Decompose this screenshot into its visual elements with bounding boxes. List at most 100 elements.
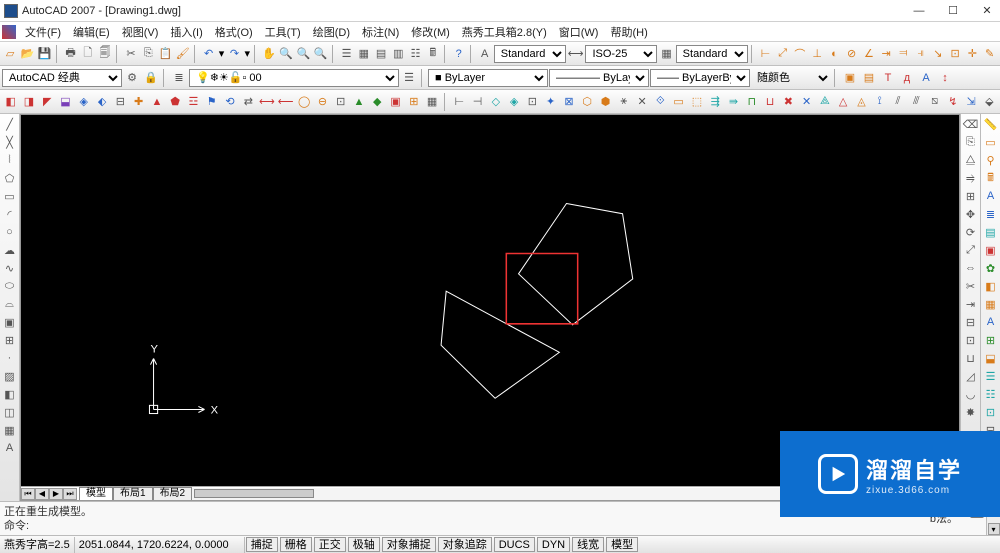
rotate-icon[interactable]: ⟳ (963, 224, 979, 240)
undo-icon[interactable]: ↶ (201, 45, 217, 63)
close-button[interactable]: ✕ (978, 3, 996, 19)
yx-5-icon[interactable]: ◈ (75, 93, 92, 111)
tab-last-icon[interactable]: ⏭ (63, 488, 77, 500)
yx-49-icon[interactable]: ⫽ (889, 93, 906, 111)
dim-style-icon[interactable]: ⟷ (567, 45, 585, 63)
offset-icon[interactable]: ⥤ (963, 170, 979, 186)
dist-icon[interactable]: 📏 (983, 116, 999, 132)
yx-50-icon[interactable]: ⫻ (908, 93, 925, 111)
toggle-snap[interactable]: 捕捉 (246, 537, 278, 552)
command-input[interactable] (31, 517, 996, 531)
yx-33-icon[interactable]: ⬢ (597, 93, 614, 111)
ellipse-arc-icon[interactable]: ⌓ (2, 296, 18, 312)
break-icon[interactable]: ⊡ (963, 332, 979, 348)
dim-dia-icon[interactable]: ⊘ (844, 45, 860, 63)
array-icon[interactable]: ⊞ (963, 188, 979, 204)
tool-palettes-icon[interactable]: ▤ (373, 45, 389, 63)
insert-block-icon[interactable]: ▣ (2, 314, 18, 330)
yx-10-icon[interactable]: ⬟ (167, 93, 184, 111)
lineweight-select[interactable]: —— ByLayerByLayer (650, 69, 750, 87)
menu-window[interactable]: 窗口(W) (553, 22, 605, 42)
yx-16-icon[interactable]: ⟵ (277, 93, 295, 111)
yx-41-icon[interactable]: ⊓ (743, 93, 760, 111)
new-icon[interactable]: ▱ (2, 45, 18, 63)
yx-20-icon[interactable]: ▲ (350, 93, 367, 111)
zoom-rt-icon[interactable]: 🔍 (278, 45, 294, 63)
redo-dropdown-icon[interactable]: ▾ (244, 45, 252, 63)
tab-layout1[interactable]: 布局1 (113, 487, 153, 500)
yx-26-icon[interactable]: ⊣ (469, 93, 486, 111)
yx-35-icon[interactable]: ✕ (633, 93, 650, 111)
hscroll-thumb[interactable] (194, 489, 314, 498)
ws-settings-icon[interactable]: ⚙ (123, 69, 141, 87)
options-icon[interactable]: ☰ (983, 368, 999, 384)
yx-24-icon[interactable]: ▦ (423, 93, 440, 111)
qselect-icon[interactable]: ⚲ (983, 152, 999, 168)
mirror-icon[interactable]: ⧋ (963, 152, 979, 168)
layer-prev-icon[interactable]: ☰ (400, 69, 418, 87)
scale-icon[interactable]: ⤢ (963, 242, 979, 258)
yx-40-icon[interactable]: ⇛ (725, 93, 742, 111)
gradient-icon[interactable]: ◧ (2, 386, 18, 402)
line-icon[interactable]: ╱ (2, 116, 18, 132)
spline-icon[interactable]: ∿ (2, 260, 18, 276)
dim-style-select[interactable]: ISO-25 (585, 45, 657, 63)
yx-42-icon[interactable]: ⊔ (761, 93, 778, 111)
tab-model[interactable]: 模型 (79, 487, 113, 500)
dstyle-icon[interactable]: ◧ (983, 278, 999, 294)
yx-30-icon[interactable]: ✦ (542, 93, 559, 111)
dim-ord-icon[interactable]: ⊥ (809, 45, 825, 63)
area-icon[interactable]: ▭ (983, 134, 999, 150)
break-at-point-icon[interactable]: ⊟ (963, 314, 979, 330)
dim-base-icon[interactable]: ⫤ (895, 45, 911, 63)
cut-icon[interactable]: ✂ (123, 45, 139, 63)
revision-cloud-icon[interactable]: ☁ (2, 242, 18, 258)
yx-36-icon[interactable]: ⟐ (652, 93, 669, 111)
arc-icon[interactable]: ◜ (2, 206, 18, 222)
yx-14-icon[interactable]: ⇄ (240, 93, 257, 111)
menu-tools[interactable]: 工具(T) (259, 22, 307, 42)
zoom-prev-icon[interactable]: 🔍 (313, 45, 329, 63)
yx-53-icon[interactable]: ⇲ (962, 93, 979, 111)
hatch-icon[interactable]: ▨ (2, 368, 18, 384)
toggle-ducs[interactable]: DUCS (494, 537, 535, 552)
yanxiu-d-icon[interactable]: д (898, 69, 916, 87)
rectangle-icon[interactable]: ▭ (2, 188, 18, 204)
yx-17-icon[interactable]: ◯ (296, 93, 313, 111)
mtext-icon[interactable]: A (2, 440, 18, 456)
dim-quick-icon[interactable]: ⇥ (878, 45, 894, 63)
yx-23-icon[interactable]: ⊞ (405, 93, 422, 111)
copy-icon[interactable]: ⎘ (140, 45, 156, 63)
yx-46-icon[interactable]: △ (835, 93, 852, 111)
yx-29-icon[interactable]: ⊡ (524, 93, 541, 111)
yx-51-icon[interactable]: ⧅ (926, 93, 943, 111)
erase-icon[interactable]: ⌫ (963, 116, 979, 132)
tstyle-icon[interactable]: ✿ (983, 260, 999, 276)
yx-31-icon[interactable]: ⊠ (560, 93, 577, 111)
pan-icon[interactable]: ✋ (261, 45, 277, 63)
toggle-polar[interactable]: 极轴 (348, 537, 380, 552)
yx-9-icon[interactable]: ▲ (148, 93, 165, 111)
dwgprops-icon[interactable]: ☷ (983, 386, 999, 402)
yx-27-icon[interactable]: ◇ (487, 93, 504, 111)
yx-45-icon[interactable]: ⟁ (816, 93, 833, 111)
minimize-button[interactable]: — (910, 3, 928, 19)
tablestyle-icon[interactable]: ▦ (983, 296, 999, 312)
stretch-icon[interactable]: ⇔ (963, 260, 979, 276)
yx-47-icon[interactable]: ◬ (853, 93, 870, 111)
dim-leader-icon[interactable]: ↘ (930, 45, 946, 63)
text-style-icon[interactable]: A (477, 45, 493, 63)
yx-32-icon[interactable]: ⬡ (579, 93, 596, 111)
plotprev-icon[interactable]: ⊡ (983, 404, 999, 420)
yx-15-icon[interactable]: ⟷ (258, 93, 276, 111)
dim-aligned-icon[interactable]: ⤢ (775, 45, 791, 63)
yanxiu-c-icon[interactable]: T (879, 69, 897, 87)
dim-cont-icon[interactable]: ⫣ (913, 45, 929, 63)
yx-3-icon[interactable]: ◤ (39, 93, 56, 111)
color-select[interactable]: ■ ByLayer (428, 69, 548, 87)
layerprop-icon[interactable]: A (983, 314, 999, 330)
menu-insert[interactable]: 插入(I) (164, 22, 208, 42)
chamfer-icon[interactable]: ◿ (963, 368, 979, 384)
save-icon[interactable]: 💾 (37, 45, 53, 63)
menu-yanxiu[interactable]: 燕秀工具箱2.8(Y) (456, 22, 553, 42)
